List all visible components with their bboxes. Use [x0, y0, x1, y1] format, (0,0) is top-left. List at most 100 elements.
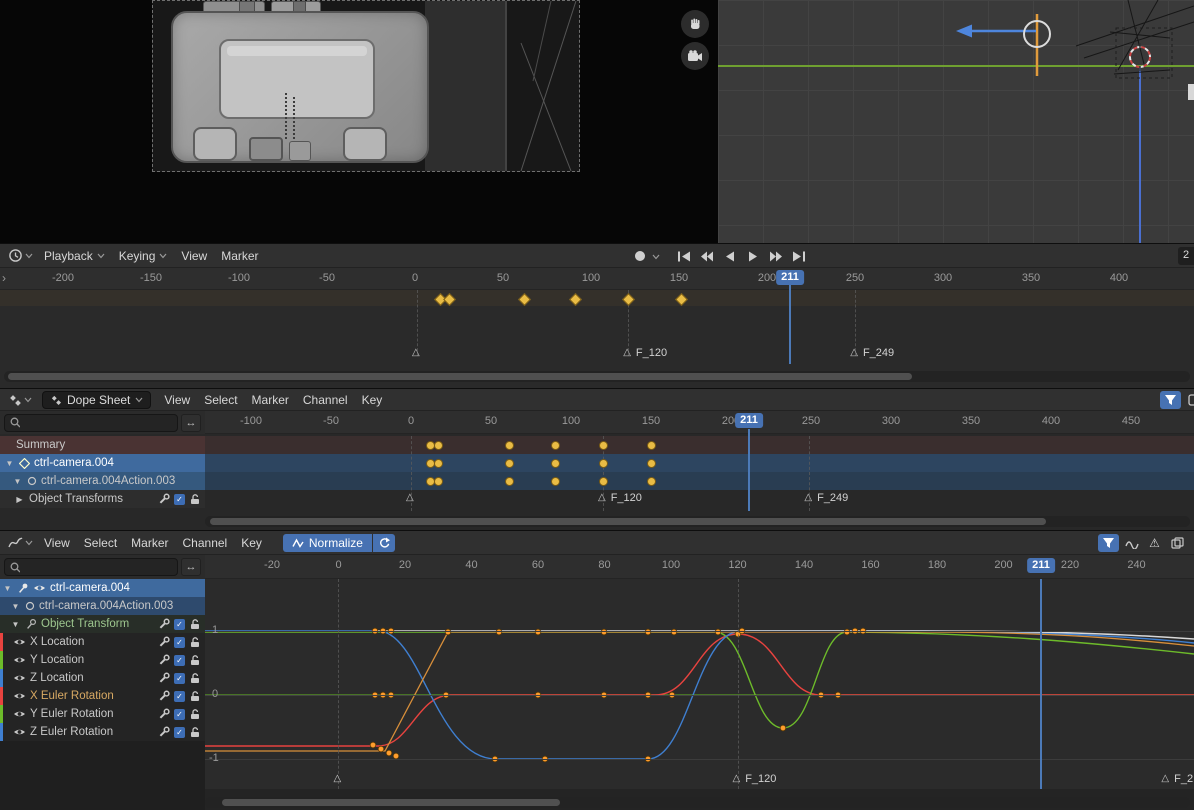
- wrench-icon[interactable]: [158, 636, 170, 648]
- timeline-marker[interactable]: △F_120: [623, 347, 667, 361]
- unlock-icon[interactable]: [189, 618, 200, 630]
- ghost-curves-button[interactable]: [1121, 534, 1142, 552]
- menu-view[interactable]: View: [174, 244, 214, 267]
- keyframe-circle[interactable]: [647, 459, 656, 468]
- wrench-icon[interactable]: [158, 690, 170, 702]
- mute-checkbox[interactable]: ✓: [174, 619, 185, 630]
- timeline-marker[interactable]: △F_249: [804, 492, 848, 506]
- keyframe-point[interactable]: [780, 725, 786, 731]
- menu-marker[interactable]: Marker: [214, 244, 265, 267]
- unlock-icon[interactable]: [189, 636, 200, 648]
- channel-row-action[interactable]: ▼ ctrl-camera.004Action.003: [0, 597, 205, 615]
- keyframe-circle[interactable]: [551, 477, 560, 486]
- keyframe-diamond[interactable]: [518, 293, 531, 306]
- mode-select[interactable]: Dope Sheet: [42, 391, 151, 409]
- pin-icon[interactable]: [25, 618, 37, 630]
- keyframe-circle[interactable]: [647, 441, 656, 450]
- current-frame-line[interactable]: [789, 284, 791, 364]
- timeline-marker[interactable]: △F_2: [1161, 773, 1193, 787]
- graph-hscrollbar-handle[interactable]: [222, 799, 560, 806]
- timeline-hscrollbar[interactable]: [4, 371, 1190, 382]
- keyframe-circle[interactable]: [434, 441, 443, 450]
- current-frame-field[interactable]: 2: [1178, 247, 1194, 265]
- channel-row-z-location[interactable]: Z Location ✓: [0, 669, 205, 687]
- keyframe-diamond[interactable]: [443, 293, 456, 306]
- unlock-icon[interactable]: [189, 708, 200, 720]
- channel-row-object[interactable]: ▼ ctrl-camera.004: [0, 579, 205, 597]
- graph-hscrollbar[interactable]: [205, 797, 1190, 808]
- visibility-eye-icon[interactable]: [13, 655, 26, 665]
- jump-to-start-button[interactable]: [673, 247, 694, 265]
- keyframe-circle[interactable]: [599, 459, 608, 468]
- editor-type-button[interactable]: [4, 391, 36, 409]
- menu-marker[interactable]: Marker: [124, 531, 175, 554]
- expand-icon[interactable]: ▼: [2, 584, 13, 593]
- menu-key[interactable]: Key: [355, 389, 390, 410]
- dope-ruler[interactable]: -100-50050100150200250300350400450: [205, 411, 1194, 434]
- menu-channel[interactable]: Channel: [296, 389, 355, 410]
- camera-viewport[interactable]: [0, 0, 718, 243]
- curve-view[interactable]: [205, 579, 1194, 789]
- play-button[interactable]: [742, 247, 763, 265]
- unlock-icon[interactable]: [189, 672, 200, 684]
- visibility-eye-icon[interactable]: [33, 583, 46, 593]
- keyframe-circle[interactable]: [434, 477, 443, 486]
- expand-header-icon[interactable]: ›: [2, 271, 6, 285]
- pan-hand-button[interactable]: [681, 10, 709, 38]
- timeline-marker[interactable]: △: [334, 773, 347, 787]
- keyframe-circle[interactable]: [647, 477, 656, 486]
- channel-row-x-euler[interactable]: X Euler Rotation ✓: [0, 687, 205, 705]
- channel-row-group[interactable]: ▼ Object Transform ✓: [0, 615, 205, 633]
- wrench-icon[interactable]: [158, 708, 170, 720]
- keyframe-circle[interactable]: [599, 477, 608, 486]
- copy-button[interactable]: [1167, 534, 1188, 552]
- channel-row-y-location[interactable]: Y Location ✓: [0, 651, 205, 669]
- current-frame-badge[interactable]: 211: [776, 270, 804, 285]
- menu-view[interactable]: View: [157, 389, 197, 410]
- prev-keyframe-button[interactable]: [696, 247, 717, 265]
- search-box[interactable]: [4, 558, 178, 576]
- expand-collapse-button[interactable]: ↔: [181, 414, 201, 432]
- keyframe-circle[interactable]: [434, 459, 443, 468]
- expand-icon[interactable]: ▼: [10, 602, 21, 611]
- keyframe-circle[interactable]: [551, 459, 560, 468]
- keyframe-circle[interactable]: [505, 459, 514, 468]
- search-box[interactable]: [4, 414, 178, 432]
- keyframe-diamond[interactable]: [570, 293, 583, 306]
- keyframe-point[interactable]: [393, 753, 399, 759]
- search-input[interactable]: [24, 417, 172, 429]
- current-frame-badge[interactable]: 211: [1027, 558, 1055, 573]
- unlock-icon[interactable]: [189, 654, 200, 666]
- expand-icon[interactable]: ▼: [10, 620, 21, 629]
- keyframe-point[interactable]: [386, 750, 392, 756]
- camera-view-button[interactable]: [681, 42, 709, 70]
- menu-marker[interactable]: Marker: [245, 389, 296, 410]
- mute-checkbox[interactable]: ✓: [174, 727, 185, 738]
- keyframe-circle[interactable]: [551, 441, 560, 450]
- unlock-icon[interactable]: [189, 690, 200, 702]
- visibility-eye-icon[interactable]: [13, 673, 26, 683]
- auto-normalize-button[interactable]: [373, 534, 395, 552]
- menu-channel[interactable]: Channel: [176, 531, 235, 554]
- keyframe-diamond[interactable]: [622, 293, 635, 306]
- wrench-icon[interactable]: [158, 618, 170, 630]
- keyframe-diamond[interactable]: [675, 293, 688, 306]
- visibility-eye-icon[interactable]: [13, 709, 26, 719]
- wrench-icon[interactable]: [158, 672, 170, 684]
- channel-row-y-euler[interactable]: Y Euler Rotation ✓: [0, 705, 205, 723]
- editor-type-button[interactable]: [4, 534, 37, 552]
- next-keyframe-button[interactable]: [765, 247, 786, 265]
- menu-keying[interactable]: Keying: [112, 244, 175, 267]
- menu-key[interactable]: Key: [234, 531, 269, 554]
- visibility-eye-icon[interactable]: [13, 637, 26, 647]
- dope-hscrollbar-handle[interactable]: [210, 518, 1046, 525]
- normalize-toggle[interactable]: Normalize: [283, 534, 372, 552]
- current-frame-line[interactable]: [1040, 579, 1042, 789]
- editor-type-button[interactable]: [4, 247, 37, 265]
- keyframe-circle[interactable]: [505, 441, 514, 450]
- wrench-icon[interactable]: [158, 726, 170, 738]
- channel-row-x-location[interactable]: X Location ✓: [0, 633, 205, 651]
- timeline-ruler[interactable]: › -200-150-100-5005010015020025030035040…: [0, 268, 1194, 290]
- mute-checkbox[interactable]: ✓: [174, 709, 185, 720]
- timeline-marker[interactable]: △F_120: [733, 773, 777, 787]
